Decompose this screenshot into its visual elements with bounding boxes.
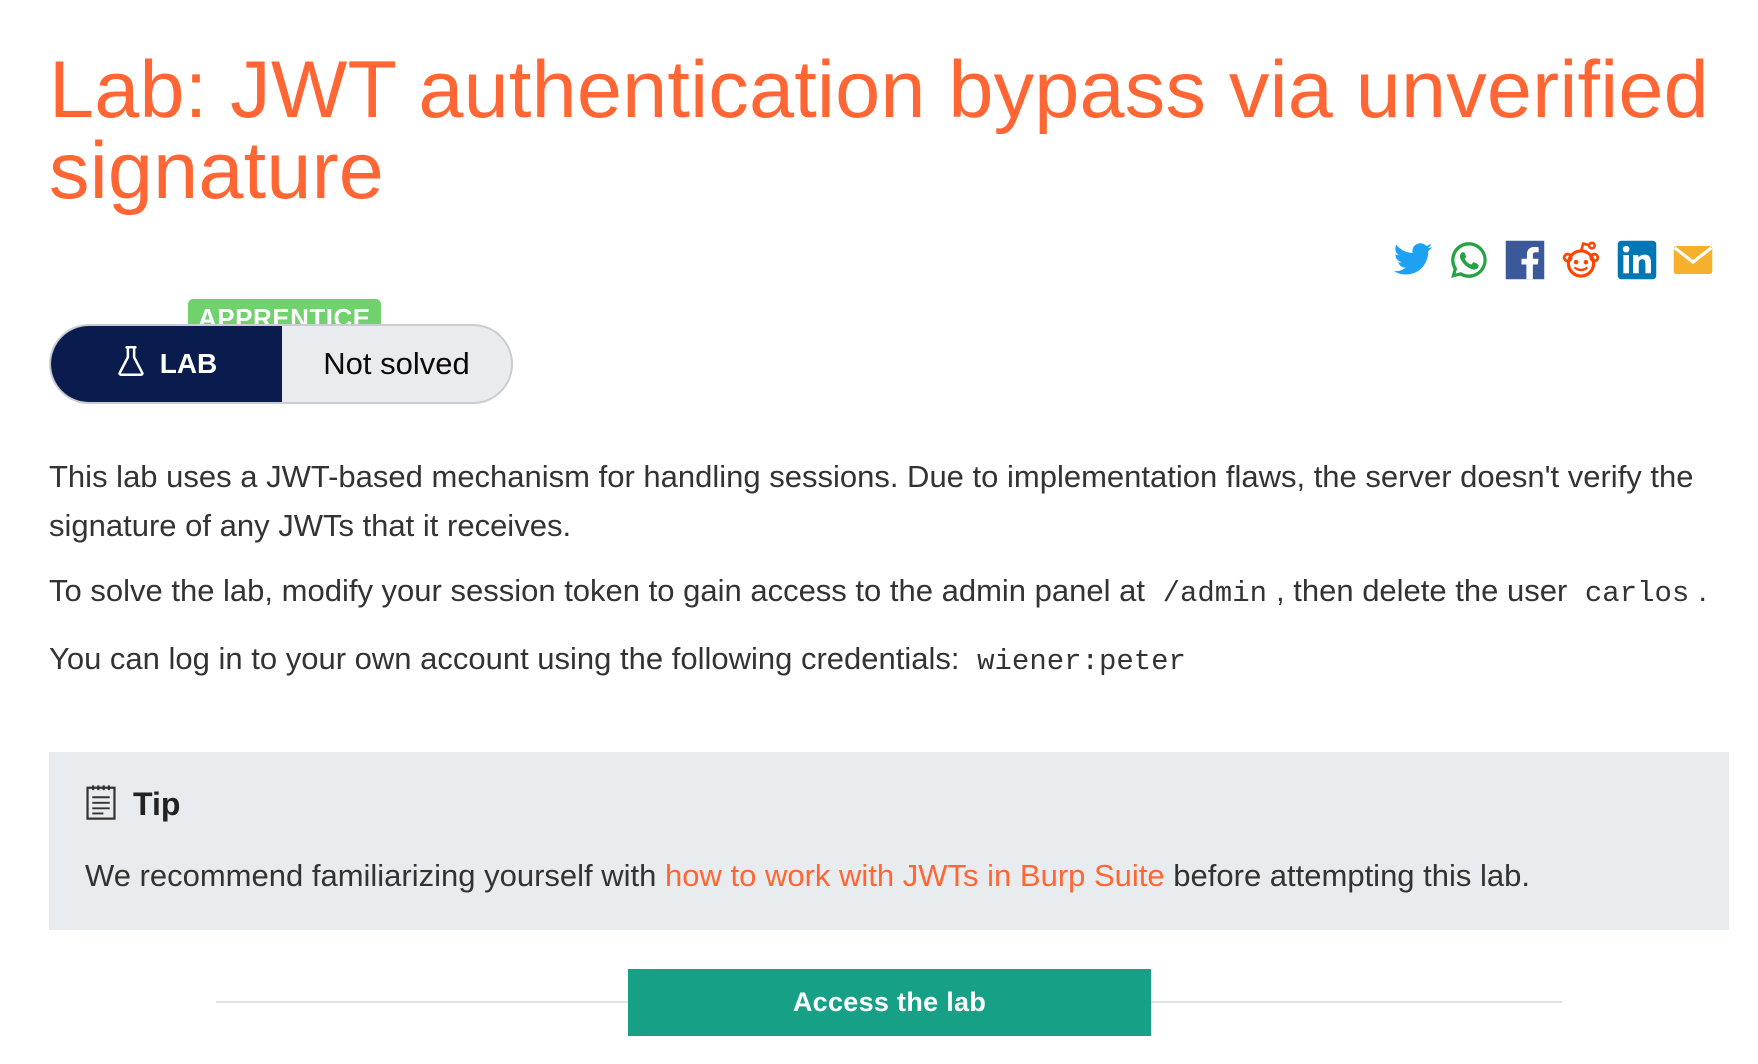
- lab-status-widget: LAB Not solved: [49, 324, 513, 404]
- lab-status-text: Not solved: [323, 346, 470, 381]
- tip-box: Tip We recommend familiarizing yourself …: [49, 752, 1729, 930]
- description-paragraph: This lab uses a JWT-based mechanism for …: [49, 459, 1694, 543]
- target-user-code: carlos: [1584, 577, 1690, 610]
- description-paragraph: You can log in to your own account using…: [49, 634, 1729, 686]
- tip-body: We recommend familiarizing yourself with…: [85, 854, 1693, 898]
- twitter-icon[interactable]: [1392, 239, 1434, 281]
- tip-header: Tip: [85, 782, 1693, 826]
- reddit-icon[interactable]: [1560, 239, 1602, 281]
- description-text: .: [1698, 573, 1707, 608]
- whatsapp-icon[interactable]: [1448, 239, 1490, 281]
- lab-tag: LAB: [51, 326, 282, 402]
- description-text: To solve the lab, modify your session to…: [49, 573, 1145, 608]
- description-text: , then delete the user: [1276, 573, 1568, 608]
- access-lab-button[interactable]: Access the lab: [628, 969, 1151, 1036]
- jwt-burp-guide-link[interactable]: how to work with JWTs in Burp Suite: [665, 858, 1165, 893]
- facebook-icon[interactable]: [1504, 239, 1546, 281]
- email-icon[interactable]: [1672, 239, 1714, 281]
- notepad-icon: [85, 783, 117, 826]
- lab-description: This lab uses a JWT-based mechanism for …: [49, 452, 1729, 702]
- description-paragraph: To solve the lab, modify your session to…: [49, 566, 1729, 618]
- tip-title: Tip: [133, 785, 181, 822]
- credentials-code: wiener:peter: [977, 645, 1186, 678]
- share-bar: [1392, 236, 1714, 284]
- description-text: You can log in to your own account using…: [49, 641, 960, 676]
- linkedin-icon[interactable]: [1616, 239, 1658, 281]
- page-title: Lab: JWT authentication bypass via unver…: [49, 45, 1709, 216]
- tip-text: We recommend familiarizing yourself with: [85, 858, 657, 893]
- admin-path-code: /admin: [1162, 577, 1268, 610]
- flask-icon: [116, 344, 146, 385]
- lab-tag-label: LAB: [159, 348, 218, 379]
- tip-text: before attempting this lab.: [1173, 858, 1530, 893]
